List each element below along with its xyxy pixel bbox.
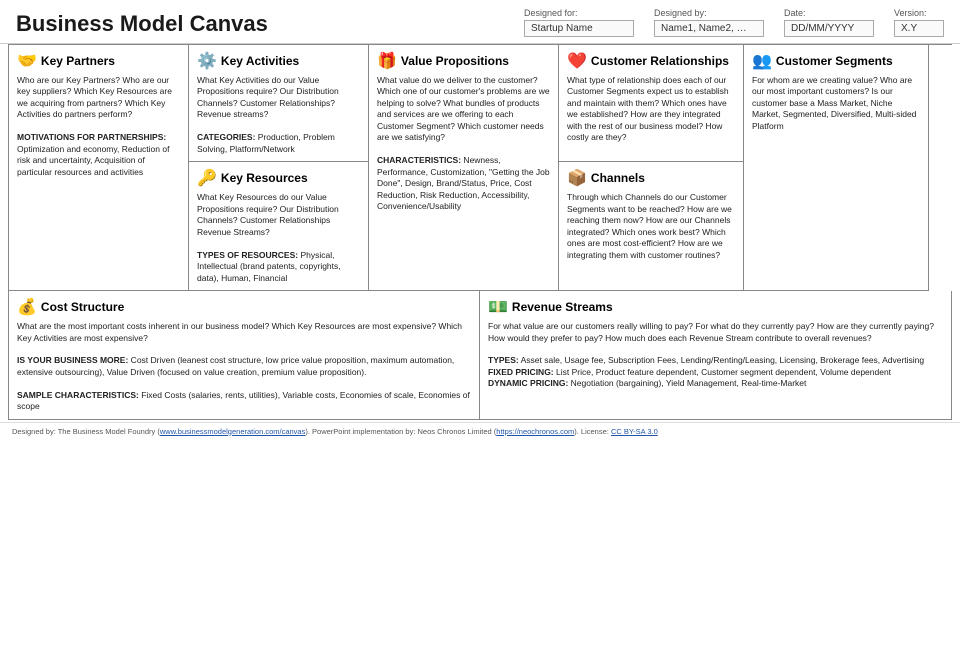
footer-link-1[interactable]: www.businessmodelgeneration.com/canvas	[160, 427, 306, 436]
key-resources-icon: 🔑	[197, 168, 217, 188]
value-propositions-title: 🎁 Value Propositions	[377, 51, 550, 71]
key-partners-body: Who are our Key Partners? Who are our ke…	[17, 75, 180, 178]
value-propositions-icon: 🎁	[377, 51, 397, 71]
channels-title: 📦 Channels	[567, 168, 735, 188]
header-fields: Designed for: Designed by: Date: Version…	[524, 8, 944, 37]
key-activities-icon: ⚙️	[197, 51, 217, 71]
customer-segments-body: For whom are we creating value? Who are …	[752, 75, 920, 132]
footer-link-2[interactable]: https://neochronos.com	[496, 427, 574, 436]
customer-segments-title: 👥 Customer Segments	[752, 51, 920, 71]
header: Business Model Canvas Designed for: Desi…	[0, 0, 960, 44]
key-resources-cell: 🔑 Key Resources What Key Resources do ou…	[189, 162, 369, 291]
page: Business Model Canvas Designed for: Desi…	[0, 0, 960, 665]
designed-by-field: Designed by:	[654, 8, 764, 37]
value-propositions-cell: 🎁 Value Propositions What value do we de…	[369, 45, 559, 291]
cost-structure-body: What are the most important costs inhere…	[17, 321, 471, 413]
date-field: Date:	[784, 8, 874, 37]
page-title: Business Model Canvas	[16, 11, 524, 37]
cost-structure-cell: 💰 Cost Structure What are the most impor…	[9, 291, 480, 419]
channels-body: Through which Channels do our Customer S…	[567, 192, 735, 261]
designed-for-input[interactable]	[524, 20, 634, 37]
designed-by-label: Designed by:	[654, 8, 764, 18]
channels-icon: 📦	[567, 168, 587, 188]
canvas-grid: 🤝 Key Partners Who are our Key Partners?…	[8, 44, 952, 291]
version-field: Version:	[894, 8, 944, 37]
value-propositions-body: What value do we deliver to the customer…	[377, 75, 550, 213]
key-activities-cell: ⚙️ Key Activities What Key Activities do…	[189, 45, 369, 162]
customer-relationships-cell: ❤️ Customer Relationships What type of r…	[559, 45, 744, 162]
key-resources-body: What Key Resources do our Value Proposit…	[197, 192, 360, 284]
designed-for-label: Designed for:	[524, 8, 634, 18]
revenue-streams-cell: 💵 Revenue Streams For what value are our…	[480, 291, 951, 419]
footer-license-link[interactable]: CC BY-SA 3.0	[611, 427, 658, 436]
cost-structure-title: 💰 Cost Structure	[17, 297, 471, 317]
date-label: Date:	[784, 8, 874, 18]
customer-segments-icon: 👥	[752, 51, 772, 71]
key-partners-title: 🤝 Key Partners	[17, 51, 180, 71]
key-partners-cell: 🤝 Key Partners Who are our Key Partners?…	[9, 45, 189, 291]
bottom-grid: 💰 Cost Structure What are the most impor…	[8, 291, 952, 420]
cost-structure-icon: 💰	[17, 297, 37, 317]
key-resources-title: 🔑 Key Resources	[197, 168, 360, 188]
version-input[interactable]	[894, 20, 944, 37]
customer-relationships-icon: ❤️	[567, 51, 587, 71]
footer-text: Designed by: The Business Model Foundry …	[12, 427, 658, 436]
customer-segments-cell: 👥 Customer Segments For whom are we crea…	[744, 45, 929, 291]
key-partners-icon: 🤝	[17, 51, 37, 71]
designed-by-input[interactable]	[654, 20, 764, 37]
footer: Designed by: The Business Model Foundry …	[0, 422, 960, 440]
revenue-streams-icon: 💵	[488, 297, 508, 317]
designed-for-field: Designed for:	[524, 8, 634, 37]
date-input[interactable]	[784, 20, 874, 37]
key-activities-body: What Key Activities do our Value Proposi…	[197, 75, 360, 155]
customer-relationships-body: What type of relationship does each of o…	[567, 75, 735, 144]
customer-relationships-title: ❤️ Customer Relationships	[567, 51, 735, 71]
revenue-streams-body: For what value are our customers really …	[488, 321, 943, 390]
key-activities-title: ⚙️ Key Activities	[197, 51, 360, 71]
revenue-streams-title: 💵 Revenue Streams	[488, 297, 943, 317]
version-label: Version:	[894, 8, 944, 18]
channels-cell: 📦 Channels Through which Channels do our…	[559, 162, 744, 291]
